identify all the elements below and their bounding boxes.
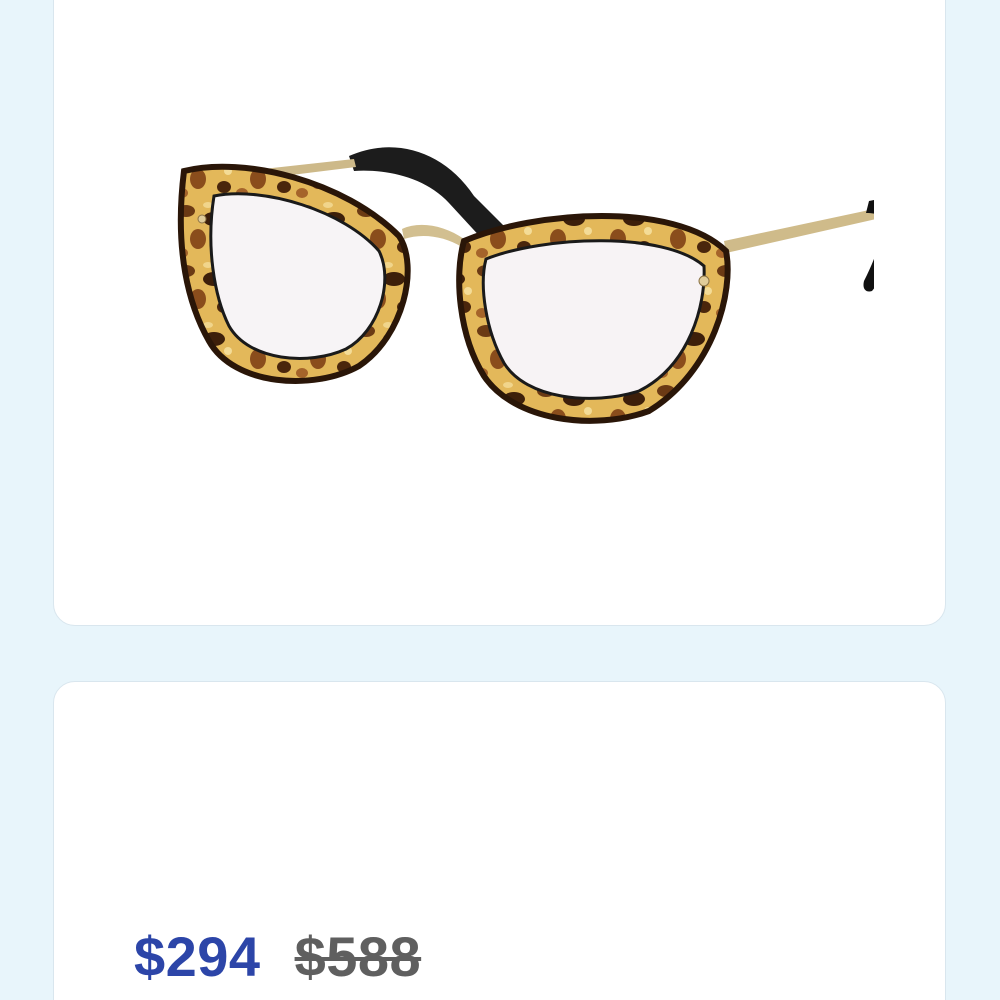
current-price: $294	[134, 925, 261, 988]
product-image-card[interactable]	[53, 0, 946, 626]
original-price: $588	[294, 925, 422, 988]
price-row: $294 $588	[134, 924, 421, 989]
product-info-card: $294 $588	[53, 681, 946, 1000]
eyeglasses-image	[177, 147, 874, 424]
product-page: $294 $588	[0, 0, 1000, 1000]
